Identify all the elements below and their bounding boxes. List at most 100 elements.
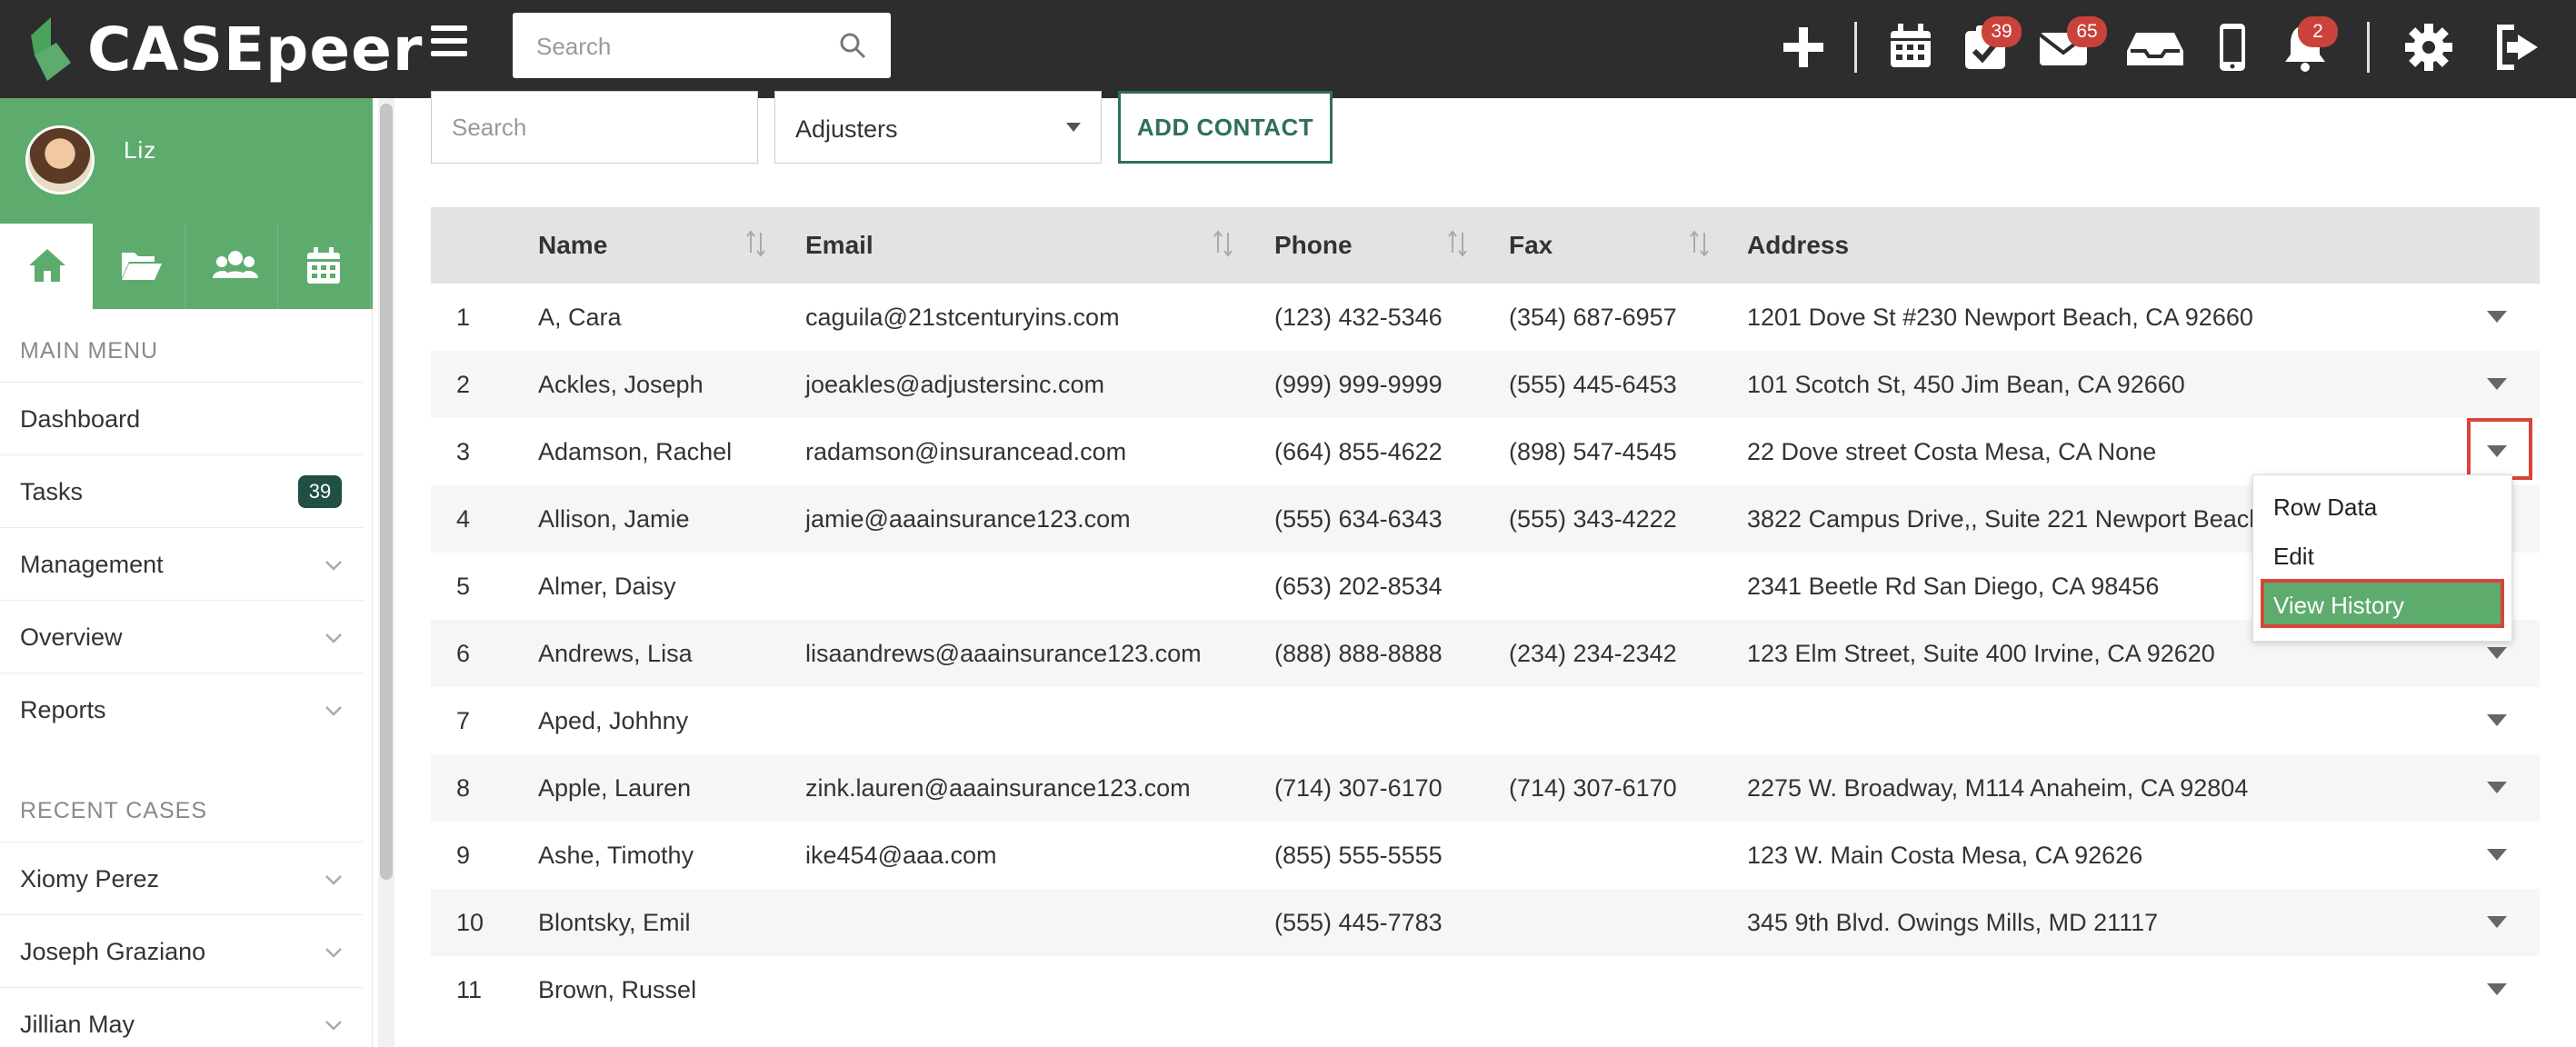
cell-number: 3 <box>456 438 471 465</box>
folder-open-icon <box>122 253 162 280</box>
row-actions-caret-icon[interactable] <box>2487 714 2507 726</box>
sidebar-item-label: Overview <box>20 623 123 651</box>
table-row[interactable]: 3 Adamson, Rachel radamson@insurancead.com… <box>431 418 2540 485</box>
row-actions-caret-icon[interactable] <box>2487 983 2507 995</box>
sidebar-item-label: Management <box>20 551 164 578</box>
calendar-icon <box>307 247 340 284</box>
table-row[interactable]: 11 Brown, Russel <box>431 956 2540 1023</box>
cell-address: 123 W. Main Costa Mesa, CA 92626 <box>1747 842 2143 869</box>
recent-case-label: Joseph Graziano <box>20 938 206 965</box>
cell-phone: (555) 634-6343 <box>1274 505 1443 533</box>
notifications-badge: 2 <box>2298 16 2338 47</box>
table-row[interactable]: 9 Ashe, Timothy ike454@aaa.com (855) 555-55… <box>431 822 2540 889</box>
recent-case-item[interactable]: Joseph Graziano <box>0 914 364 987</box>
table-header: Name Email Phone Fax Address <box>431 207 2540 284</box>
sort-icon[interactable] <box>745 229 767 258</box>
table-row[interactable]: 2 Ackles, Joseph joeakles@adjustersinc.com… <box>431 351 2540 418</box>
contact-search-input[interactable]: Search <box>431 91 758 164</box>
column-header-fax[interactable]: Fax <box>1509 231 1553 260</box>
cell-email[interactable]: lisaandrews@aaainsurance123.com <box>805 640 1202 668</box>
sidebar-item-label: Reports <box>20 696 106 723</box>
cell-email[interactable]: radamson@insurancead.com <box>805 438 1126 466</box>
logo[interactable]: CASEpeer <box>25 7 423 91</box>
inbox-tray-icon[interactable] <box>2123 20 2187 75</box>
tasks-count-badge: 39 <box>298 475 342 508</box>
cell-email[interactable]: caguila@21stcenturyins.com <box>805 304 1120 332</box>
tab-calendar[interactable] <box>278 224 371 309</box>
topbar-divider <box>2367 22 2370 73</box>
sort-icon[interactable] <box>1213 229 1234 258</box>
contact-type-select[interactable]: Adjusters <box>774 91 1102 164</box>
cell-fax: (555) 445-6453 <box>1509 371 1677 398</box>
cell-address: 22 Dove street Costa Mesa, CA None <box>1747 438 2157 465</box>
recent-cases-label: RECENT CASES <box>20 798 208 823</box>
sidebar-item-management[interactable]: Management <box>0 527 364 600</box>
cell-address: 101 Scotch St, 450 Jim Bean, CA 92660 <box>1747 371 2185 398</box>
sidebar-scrollbar[interactable] <box>378 98 394 1047</box>
tab-home[interactable] <box>0 224 93 309</box>
tab-cases[interactable] <box>93 224 185 309</box>
table-row[interactable]: 5 Almer, Daisy (653) 202-8534 2341 Beetle R… <box>431 553 2540 620</box>
cell-email[interactable]: zink.lauren@aaainsurance123.com <box>805 774 1191 803</box>
table-row[interactable]: 10 Blontsky, Emil (555) 445-7783 345 9th Bl… <box>431 889 2540 956</box>
search-icon[interactable] <box>838 31 867 60</box>
column-header-name[interactable]: Name <box>538 231 607 260</box>
sidebar-scroll-thumb[interactable] <box>380 104 393 880</box>
chevron-down-icon <box>325 633 342 643</box>
sidebar-nav-tabs <box>0 224 373 309</box>
recent-case-label: Jillian May <box>20 1011 135 1038</box>
cell-name: Ashe, Timothy <box>538 842 694 869</box>
global-search-input[interactable]: Search <box>513 13 891 78</box>
mobile-phone-icon[interactable] <box>2205 20 2260 75</box>
table-row[interactable]: 7 Aped, Johhny <box>431 687 2540 754</box>
add-contact-button[interactable]: ADD CONTACT <box>1118 91 1333 164</box>
sort-icon[interactable] <box>1689 229 1711 258</box>
cell-number: 1 <box>456 304 471 331</box>
table-row[interactable]: 6 Andrews, Lisa lisaandrews@aaainsurance12… <box>431 620 2540 687</box>
recent-case-item[interactable]: Xiomy Perez <box>0 842 364 914</box>
recent-case-item[interactable]: Jillian May <box>0 987 364 1047</box>
menu-item-view-history[interactable]: View History <box>2261 579 2504 628</box>
add-icon[interactable] <box>1776 20 1831 75</box>
avatar[interactable] <box>25 125 95 194</box>
top-navbar: CASEpeer Search 39 65 2 <box>0 0 2576 98</box>
cell-number: 11 <box>456 976 483 1003</box>
row-actions-caret-icon[interactable] <box>2487 849 2507 861</box>
recent-case-label: Xiomy Perez <box>20 865 160 892</box>
sidebar-item-reports[interactable]: Reports <box>0 673 364 745</box>
row-actions-caret-icon[interactable] <box>2487 311 2507 323</box>
cell-email[interactable]: jamie@aaainsurance123.com <box>805 505 1131 533</box>
cell-phone: (123) 432-5346 <box>1274 304 1443 331</box>
sort-icon[interactable] <box>1447 229 1469 258</box>
row-actions-caret-icon[interactable] <box>2487 782 2507 793</box>
global-search-placeholder: Search <box>536 33 612 60</box>
sidebar-item-overview[interactable]: Overview <box>0 600 364 673</box>
column-header-address[interactable]: Address <box>1747 231 1849 260</box>
gear-icon[interactable] <box>2401 20 2456 75</box>
calendar-icon[interactable] <box>1883 20 1938 75</box>
cell-address: 2275 W. Broadway, M114 Anaheim, CA 92804 <box>1747 774 2249 802</box>
sidebar-item-tasks[interactable]: Tasks 39 <box>0 454 364 527</box>
row-actions-caret-icon[interactable] <box>2487 378 2507 390</box>
row-actions-caret-icon[interactable] <box>2487 916 2507 928</box>
cell-phone: (999) 999-9999 <box>1274 371 1443 398</box>
table-row[interactable]: 1 A, Cara caguila@21stcenturyins.com (123) … <box>431 284 2540 351</box>
menu-item-row-data[interactable]: Row Data <box>2253 481 2513 530</box>
tab-contacts[interactable] <box>185 224 278 309</box>
column-header-email[interactable]: Email <box>805 231 874 260</box>
user-name: Liz <box>124 136 157 164</box>
menu-item-edit[interactable]: Edit <box>2253 530 2513 579</box>
table-row[interactable]: 8 Apple, Lauren zink.lauren@aaainsurance12… <box>431 754 2540 822</box>
menu-item-label: Row Data <box>2273 494 2378 521</box>
column-header-phone[interactable]: Phone <box>1274 231 1353 260</box>
logout-icon[interactable] <box>2491 20 2545 75</box>
sidebar-item-dashboard[interactable]: Dashboard <box>0 382 364 454</box>
contact-type-value: Adjusters <box>795 115 898 143</box>
main-menu-label: MAIN MENU <box>20 338 159 364</box>
row-actions-caret-icon[interactable] <box>2487 647 2507 659</box>
cell-email[interactable]: ike454@aaa.com <box>805 842 997 870</box>
menu-toggle-icon[interactable] <box>431 25 467 62</box>
table-row[interactable]: 4 Allison, Jamie jamie@aaainsurance123.com… <box>431 485 2540 553</box>
cell-email[interactable]: joeakles@adjustersinc.com <box>805 371 1104 399</box>
cell-name: Allison, Jamie <box>538 505 690 533</box>
